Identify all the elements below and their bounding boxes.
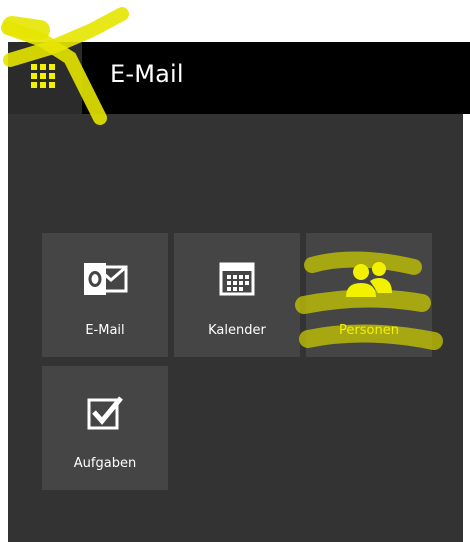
- tile-tasks[interactable]: Aufgaben: [42, 366, 168, 490]
- tile-mail[interactable]: E-Mail: [42, 233, 168, 357]
- highlighter-annotation-launcher: [1, 7, 129, 125]
- tile-calendar-label: Kalender: [208, 323, 266, 338]
- calendar-icon: [174, 261, 300, 299]
- tile-calendar[interactable]: Kalender: [174, 233, 300, 357]
- outlook-mail-icon: [42, 261, 168, 299]
- tasks-checkbox-icon: [42, 394, 168, 432]
- tile-tasks-label: Aufgaben: [73, 456, 137, 471]
- tile-people[interactable]: Personen: [295, 233, 443, 357]
- background-content-strip: [463, 114, 470, 542]
- tile-mail-label: E-Mail: [85, 323, 125, 338]
- people-icon: [306, 261, 432, 299]
- top-header-bar: E-Mail: [82, 42, 470, 114]
- tile-people-label: Personen: [339, 323, 399, 338]
